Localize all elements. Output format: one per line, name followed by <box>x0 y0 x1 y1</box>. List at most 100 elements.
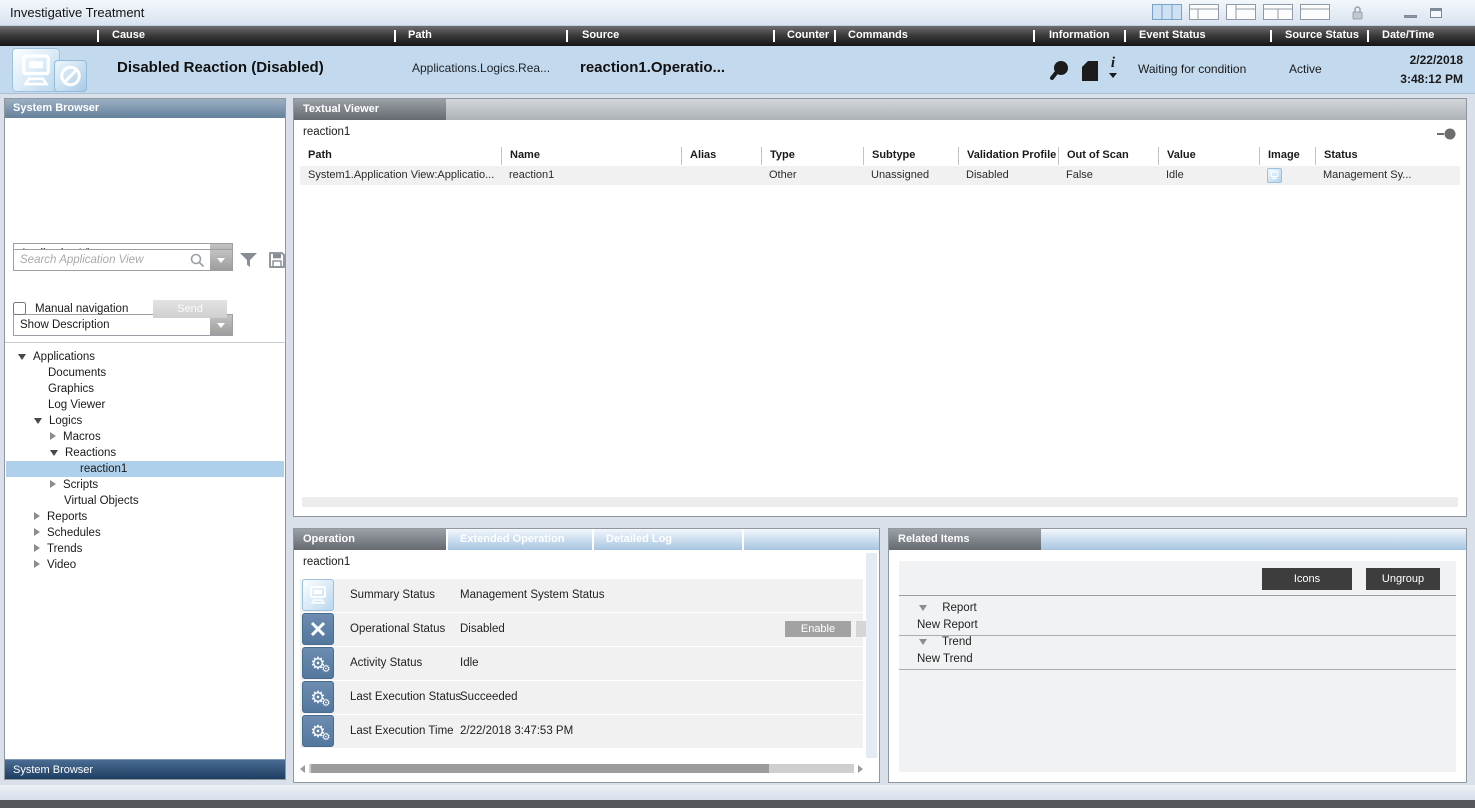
save-icon[interactable] <box>268 251 286 269</box>
cell-alias <box>681 166 761 185</box>
expand-icon[interactable] <box>34 560 40 568</box>
layout-buttons <box>1152 4 1330 20</box>
tree-item-reaction1-selected[interactable]: reaction1 <box>6 461 284 477</box>
system-browser-bottom-tab[interactable]: System Browser <box>5 759 285 779</box>
tab-extended-operation[interactable]: Extended Operation <box>446 529 592 550</box>
investigate-icon[interactable] <box>1048 59 1070 83</box>
search-icon[interactable] <box>189 252 206 269</box>
operation-row-last-execution-status: ⚙⚙ Last Execution Status Succeeded <box>300 681 863 714</box>
th-name[interactable]: Name <box>501 147 681 165</box>
th-type[interactable]: Type <box>761 147 863 165</box>
tree-item-trends[interactable]: Trends <box>6 541 284 557</box>
textual-viewer-tabstrip: Textual Viewer <box>294 99 1466 120</box>
related-items-panel: Related Items Icons Ungroup Report New R… <box>888 528 1467 783</box>
table-row[interactable]: System1.Application View:Applicatio... r… <box>300 166 1460 185</box>
scroll-right-icon[interactable] <box>858 765 863 773</box>
table-header-row: Path Name Alias Type Subtype Validation … <box>300 147 1460 165</box>
pin-icon[interactable] <box>1436 127 1456 141</box>
header-separator <box>1033 30 1035 42</box>
cell-subtype: Unassigned <box>863 166 958 185</box>
tree-item-documents[interactable]: Documents <box>6 365 284 381</box>
tree-item-schedules[interactable]: Schedules <box>6 525 284 541</box>
expand-icon[interactable] <box>34 528 40 536</box>
tab-textual-viewer[interactable]: Textual Viewer <box>294 99 446 120</box>
layout-single-icon[interactable] <box>1300 4 1330 20</box>
tree-item-reactions[interactable]: Reactions <box>6 445 284 461</box>
th-alias[interactable]: Alias <box>681 147 761 165</box>
layout-top-left-icon[interactable] <box>1189 4 1219 20</box>
gears-icon: ⚙⚙ <box>302 647 334 679</box>
related-item-new-report[interactable]: New Report <box>899 619 1456 636</box>
tree-item-logics[interactable]: Logics <box>6 413 284 429</box>
tab-detailed-log[interactable]: Detailed Log <box>592 529 742 550</box>
operation-row-summary-status: Summary Status Management System Status <box>300 579 863 612</box>
computer-icon <box>1267 168 1282 183</box>
col-path: Path <box>408 29 432 41</box>
expand-icon[interactable] <box>50 480 56 488</box>
tree-item-log-viewer[interactable]: Log Viewer <box>6 397 284 413</box>
th-out-of-scan[interactable]: Out of Scan <box>1058 147 1158 165</box>
scroll-left-icon[interactable] <box>300 765 305 773</box>
expand-icon[interactable] <box>34 544 40 552</box>
status-band <box>0 785 1475 800</box>
header-separator <box>1124 30 1126 42</box>
operation-rows: Summary Status Management System Status … <box>300 579 863 749</box>
document-icon[interactable] <box>1080 59 1100 83</box>
collapse-icon[interactable] <box>919 639 927 645</box>
tree-item-scripts[interactable]: Scripts <box>6 477 284 493</box>
tree-item-applications[interactable]: Applications <box>6 349 284 365</box>
tree-item-graphics[interactable]: Graphics <box>6 381 284 397</box>
icons-button[interactable]: Icons <box>1262 568 1352 590</box>
th-subtype[interactable]: Subtype <box>863 147 958 165</box>
computer-icon <box>302 579 334 611</box>
related-items-tabstrip: Related Items <box>889 529 1466 550</box>
system-browser-panel: System Browser Application View Show Des… <box>4 98 286 780</box>
ungroup-button[interactable]: Ungroup <box>1366 568 1440 590</box>
th-status[interactable]: Status <box>1315 147 1460 165</box>
description-dropdown-button[interactable] <box>210 315 232 335</box>
expand-icon[interactable] <box>50 432 56 440</box>
tab-operation[interactable]: Operation <box>294 529 446 550</box>
layout-grid-icon[interactable] <box>1263 4 1293 20</box>
enable-button[interactable]: Enable <box>785 621 851 637</box>
header-separator <box>834 30 836 42</box>
search-input[interactable] <box>14 250 186 270</box>
filter-icon[interactable] <box>239 251 258 269</box>
th-path[interactable]: Path <box>300 147 501 165</box>
horizontal-scrollbar[interactable] <box>300 763 863 774</box>
expand-icon[interactable] <box>34 512 40 520</box>
system-tree: Applications Documents Graphics Log View… <box>6 349 284 573</box>
horizontal-scrollbar[interactable] <box>302 497 1458 507</box>
collapse-icon[interactable] <box>34 418 42 424</box>
operation-row-operational-status: Operational Status Disabled Enable <box>300 613 863 646</box>
related-item-new-trend[interactable]: New Trend <box>899 653 1456 670</box>
lock-icon[interactable] <box>1348 4 1366 22</box>
group-trend[interactable]: Trend <box>899 636 1456 653</box>
collapse-icon[interactable] <box>50 450 58 456</box>
layout-columns-icon[interactable] <box>1152 4 1182 20</box>
minimize-button[interactable] <box>1404 15 1417 18</box>
scrollbar-thumb[interactable] <box>311 764 769 773</box>
source-status-text: Active <box>1289 62 1322 76</box>
tree-item-video[interactable]: Video <box>6 557 284 573</box>
manual-navigation-checkbox[interactable] <box>13 302 26 315</box>
vertical-scrollbar[interactable] <box>866 553 877 758</box>
tab-related-items[interactable]: Related Items <box>889 529 1041 550</box>
description-dropdown-value: Show Description <box>20 319 109 331</box>
tree-item-macros[interactable]: Macros <box>6 429 284 445</box>
collapse-icon[interactable] <box>18 354 26 360</box>
maximize-button[interactable] <box>1430 8 1442 18</box>
th-image[interactable]: Image <box>1259 147 1315 165</box>
th-validation-profile[interactable]: Validation Profile <box>958 147 1058 165</box>
event-row[interactable]: Disabled Reaction (Disabled) Application… <box>0 46 1475 94</box>
th-value[interactable]: Value <box>1158 147 1259 165</box>
information-dropdown[interactable]: i <box>1106 56 1120 78</box>
group-report[interactable]: Report <box>899 602 1456 619</box>
search-dropdown-button[interactable] <box>210 250 232 270</box>
send-button[interactable]: Send <box>153 300 227 318</box>
collapse-icon[interactable] <box>919 605 927 611</box>
layout-left-col-icon[interactable] <box>1226 4 1256 20</box>
tree-item-virtual-objects[interactable]: Virtual Objects <box>6 493 284 509</box>
tree-item-reports[interactable]: Reports <box>6 509 284 525</box>
operation-row-activity-status: ⚙⚙ Activity Status Idle <box>300 647 863 680</box>
